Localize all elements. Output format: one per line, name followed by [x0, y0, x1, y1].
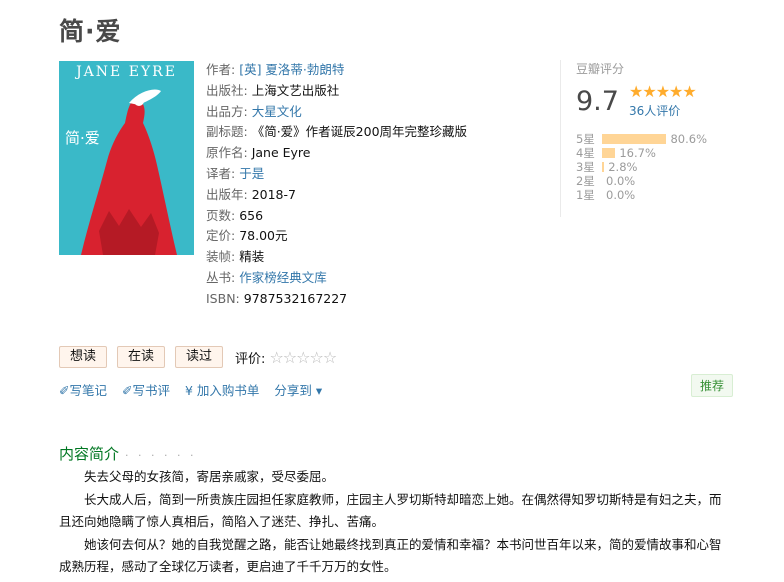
rating-bar — [602, 134, 667, 144]
rating-bar — [602, 148, 616, 158]
info-price: 定价: 78.00元 — [206, 228, 288, 244]
rating-bar-star-label: 4星 — [576, 146, 595, 160]
cover-illustration — [81, 89, 177, 255]
my-rating-label: 评价: — [235, 351, 266, 367]
info-year: 出版年: 2018-7 — [206, 186, 296, 202]
info-translator: 译者: 于是 — [206, 165, 265, 181]
write-note-link[interactable]: ✐写笔记 — [59, 380, 107, 399]
rating-count-link[interactable]: 36人评价 — [629, 102, 680, 119]
rating-bar-percent: 0.0% — [606, 188, 636, 202]
author-link[interactable]: [英] 夏洛蒂·勃朗特 — [239, 62, 344, 77]
intro-paragraph: 她该何去何从？她的自我觉醒之路，能否让她最终找到真正的爱情和幸福？本书问世百年以… — [59, 536, 722, 575]
recommend-button[interactable]: 推荐 — [691, 374, 734, 397]
rating-bar-star-label: 1星 — [576, 188, 595, 202]
write-review-link[interactable]: ✐写书评 — [122, 380, 170, 399]
rate-stars-icon[interactable]: ☆☆☆☆☆ — [269, 348, 337, 367]
reading-actions: 想读 在读 读过 评价: ☆☆☆☆☆ — [59, 346, 337, 368]
rating-bar — [602, 162, 605, 172]
rating-bar-star-label: 2星 — [576, 174, 595, 188]
rating-bar-row: 5星 80.6% — [576, 132, 707, 146]
info-series: 丛书: 作家榜经典文库 — [206, 269, 327, 285]
rating-bar-row: 3星 2.8% — [576, 160, 707, 174]
rating-bar-percent: 16.7% — [619, 146, 656, 160]
rating-breakdown: 5星 80.6% 4星 16.7% 3星 2.8% 2星 0.0% 1星 0.0% — [576, 132, 707, 202]
rating-bar-row: 4星 16.7% — [576, 146, 707, 160]
rating-stars-icon: ★★★★★ — [629, 82, 697, 101]
secondary-links: ✐写笔记 ✐写书评 ¥ 加入购书单 分享到 ▾ — [59, 380, 337, 399]
book-cover[interactable]: JANE EYRE 简·爱 — [59, 61, 194, 255]
intro-paragraph: 长大成人后，简到一所贵族庄园担任家庭教师，庄园主人罗切斯特却暗恋上她。在偶然得知… — [59, 491, 722, 530]
cover-english-title: JANE EYRE — [76, 64, 177, 80]
share-dropdown[interactable]: 分享到 ▾ — [274, 380, 322, 399]
rating-bar-percent: 0.0% — [606, 174, 636, 188]
info-subtitle: 副标题: 《简·爱》作者诞辰200周年完整珍藏版 — [206, 124, 468, 140]
cover-chinese-title: 简·爱 — [65, 129, 100, 147]
info-isbn: ISBN: 9787532167227 — [206, 290, 348, 306]
read-button[interactable]: 读过 — [175, 346, 224, 368]
rating-panel: 豆瓣评分 9.7 ★★★★★ 36人评价 5星 80.6% 4星 16.7% 3星 2.8… — [560, 60, 735, 217]
info-binding: 装帧: 精装 — [206, 249, 265, 265]
rating-bar-row: 1星 0.0% — [576, 188, 707, 202]
info-original-title: 原作名: Jane Eyre — [206, 145, 311, 161]
rating-bar-star-label: 3星 — [576, 160, 595, 174]
rating-score: 9.7 — [576, 86, 619, 117]
want-to-read-button[interactable]: 想读 — [59, 346, 108, 368]
rating-bar-row: 2星 0.0% — [576, 174, 707, 188]
book-info: 作者: [英] 夏洛蒂·勃朗特 出版社: 上海文艺出版社 出品方: 大星文化 副… — [206, 60, 536, 310]
intro-heading: 内容简介 · · · · · · — [59, 445, 197, 463]
rating-label: 豆瓣评分 — [576, 62, 625, 76]
series-link[interactable]: 作家榜经典文库 — [239, 270, 327, 285]
intro-body: 失去父母的女孩简，寄居亲戚家，受尽委屈。 长大成人后，简到一所贵族庄园担任家庭教… — [59, 466, 731, 579]
rating-bar-percent: 2.8% — [608, 160, 638, 174]
add-to-booklist-link[interactable]: ¥ 加入购书单 — [185, 380, 259, 399]
producer-link[interactable]: 大星文化 — [252, 104, 302, 119]
info-pages: 页数: 656 — [206, 207, 264, 223]
intro-paragraph: 失去父母的女孩简，寄居亲戚家，受尽委屈。 — [84, 469, 335, 484]
rating-bar-star-label: 5星 — [576, 132, 595, 146]
page-title: 简·爱 — [59, 17, 122, 46]
info-publisher: 出版社: 上海文艺出版社 — [206, 82, 340, 98]
info-author: 作者: [英] 夏洛蒂·勃朗特 — [206, 62, 345, 77]
rating-bar-percent: 80.6% — [670, 132, 708, 146]
reading-button[interactable]: 在读 — [117, 346, 166, 368]
info-producer: 出品方: 大星文化 — [206, 103, 302, 119]
translator-link[interactable]: 于是 — [239, 166, 264, 181]
